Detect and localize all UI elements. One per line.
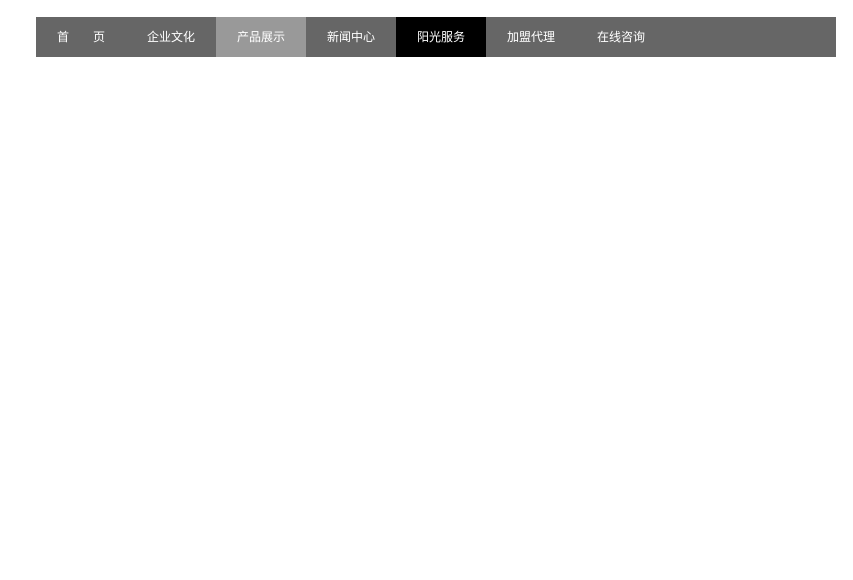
nav-item-news[interactable]: 新闻中心 (306, 17, 396, 57)
nav-item-franchise[interactable]: 加盟代理 (486, 17, 576, 57)
nav-item-label: 新闻中心 (326, 30, 375, 44)
nav-item-home[interactable]: 首 页 (36, 17, 126, 57)
main-navigation-bar: 首 页 企业文化 产品展示 新闻中心 阳光服务 加盟代理 在线咨询 (36, 17, 836, 57)
nav-item-label: 首 页 (56, 30, 105, 44)
nav-item-label: 加盟代理 (506, 30, 555, 44)
nav-item-corporate-culture[interactable]: 企业文化 (126, 17, 216, 57)
nav-item-label: 企业文化 (146, 30, 195, 44)
nav-item-label: 产品展示 (236, 30, 285, 44)
nav-item-label: 阳光服务 (416, 30, 465, 44)
nav-item-label: 在线咨询 (596, 30, 645, 44)
nav-item-online-consultation[interactable]: 在线咨询 (576, 17, 666, 57)
nav-item-service[interactable]: 阳光服务 (396, 17, 486, 57)
nav-item-products[interactable]: 产品展示 (216, 17, 306, 57)
